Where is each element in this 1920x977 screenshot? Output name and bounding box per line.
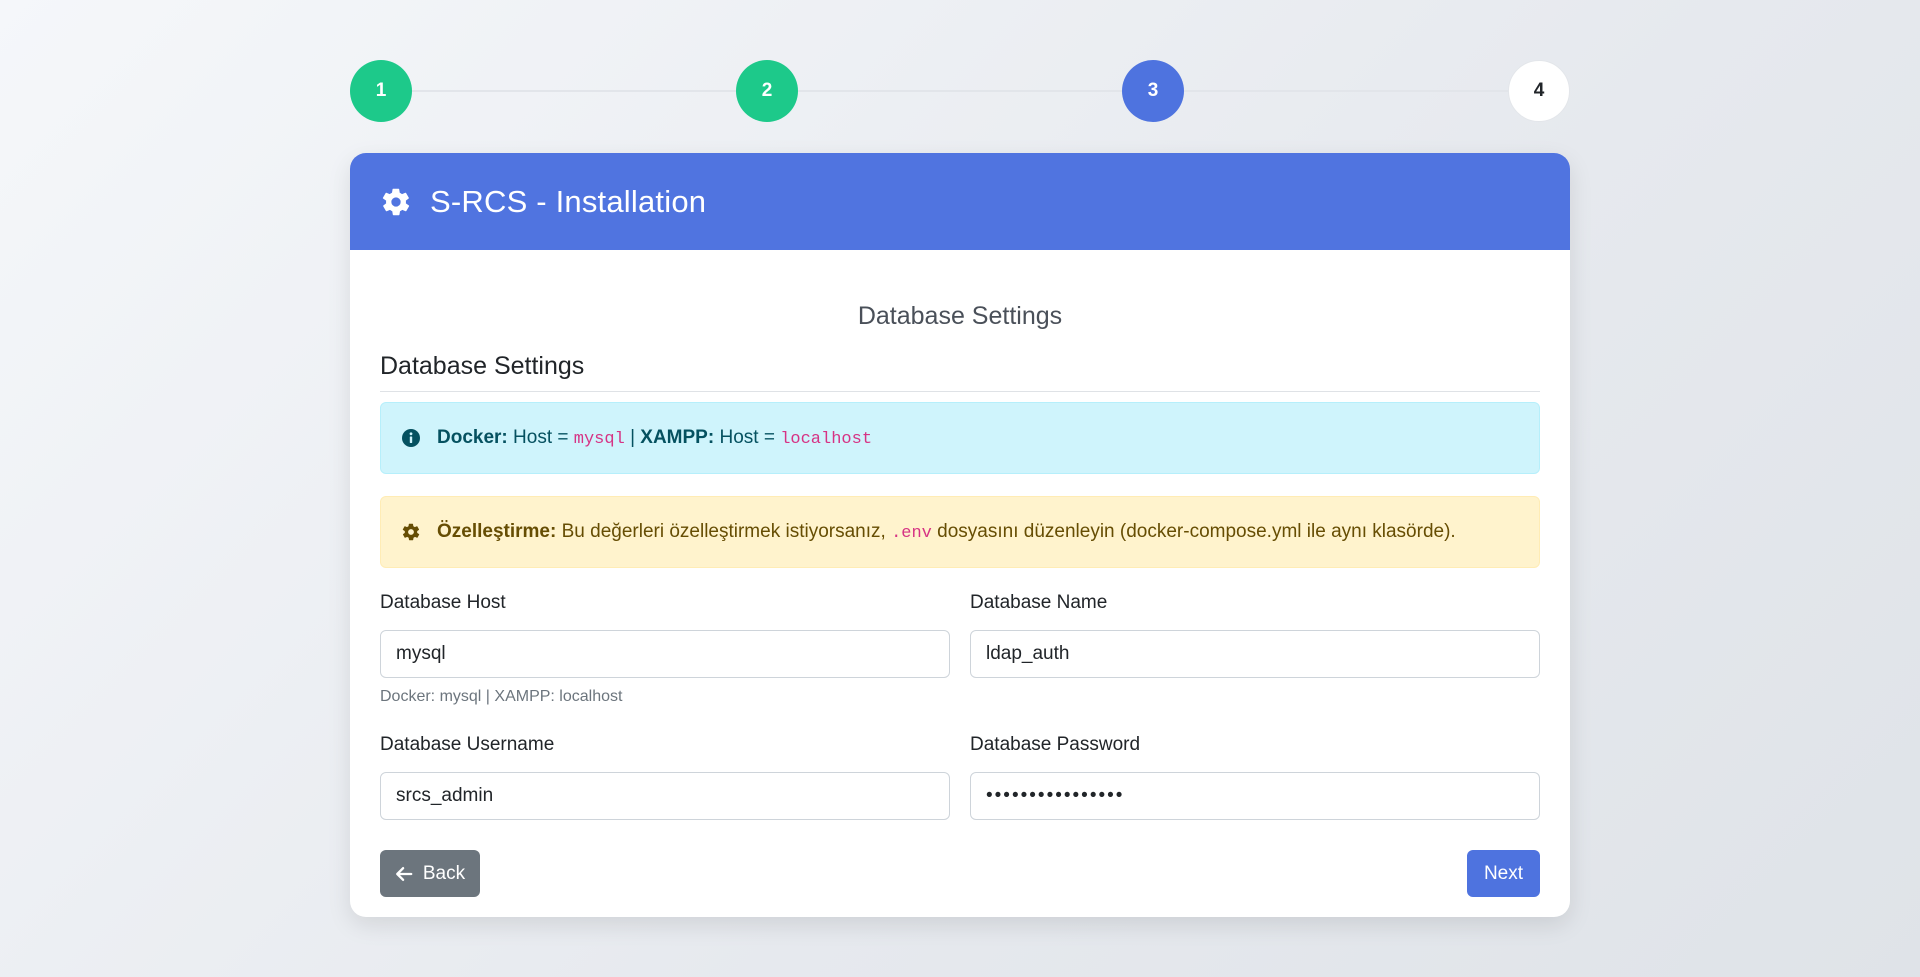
docker-label: Docker: <box>437 427 508 448</box>
step-2: 2 <box>736 60 798 122</box>
customize-label: Özelleştirme: <box>437 521 557 542</box>
form-actions: Back Next <box>380 850 1540 897</box>
docker-host-code: mysql <box>573 430 625 449</box>
host-text: Host = <box>513 427 569 448</box>
db-password-group: Database Password <box>970 734 1540 820</box>
install-card: S-RCS - Installation Database Settings D… <box>350 153 1570 917</box>
customize-text-after: dosyasını düzenleyin (docker-compose.yml… <box>937 521 1456 542</box>
docker-info-alert: Docker: Host = mysql | XAMPP: Host = loc… <box>380 402 1540 474</box>
db-user-input[interactable] <box>380 772 950 820</box>
step-3: 3 <box>1122 60 1184 122</box>
next-button[interactable]: Next <box>1467 850 1540 897</box>
db-host-label: Database Host <box>380 592 506 613</box>
separator: | <box>630 427 635 448</box>
install-stepper: 1 2 3 4 <box>350 60 1570 122</box>
customize-alert: Özelleştirme: Bu değerleri özelleştirmek… <box>380 496 1540 568</box>
arrow-left-icon <box>395 866 413 881</box>
card-body: Database Settings Database Settings Dock… <box>350 302 1570 897</box>
db-host-help: Docker: mysql | XAMPP: localhost <box>380 688 623 705</box>
gear-icon <box>402 523 420 541</box>
host-text: Host = <box>719 427 775 448</box>
db-user-group: Database Username <box>380 734 950 820</box>
db-host-input[interactable] <box>380 630 950 678</box>
db-password-label: Database Password <box>970 734 1141 755</box>
customize-text-before: Bu değerleri özelleştirmek istiyorsanız, <box>561 521 886 542</box>
form-row-1: Database Host Docker: mysql | XAMPP: loc… <box>380 592 1540 708</box>
db-password-input[interactable] <box>970 772 1540 820</box>
xampp-label: XAMPP: <box>640 427 715 448</box>
app-title: S-RCS - Installation <box>430 183 707 219</box>
next-button-label: Next <box>1483 862 1524 884</box>
xampp-host-code: localhost <box>780 430 873 449</box>
db-host-group: Database Host Docker: mysql | XAMPP: loc… <box>380 592 950 708</box>
step-1: 1 <box>350 60 412 122</box>
db-name-group: Database Name <box>970 592 1540 708</box>
back-button-label: Back <box>422 862 466 884</box>
back-button[interactable]: Back <box>380 850 480 897</box>
stepper-track <box>381 90 1539 92</box>
info-circle-icon <box>402 429 420 447</box>
page-subtitle: Database Settings <box>857 302 1063 330</box>
form-row-2: Database Username Database Password <box>380 734 1540 820</box>
gear-icon <box>382 188 410 215</box>
section-title: Database Settings <box>380 352 1540 392</box>
card-header: S-RCS - Installation <box>350 153 1570 250</box>
db-name-label: Database Name <box>970 592 1108 613</box>
db-name-input[interactable] <box>970 630 1540 678</box>
env-file-code: .env <box>891 524 932 543</box>
step-4: 4 <box>1508 60 1570 122</box>
db-user-label: Database Username <box>380 734 555 755</box>
